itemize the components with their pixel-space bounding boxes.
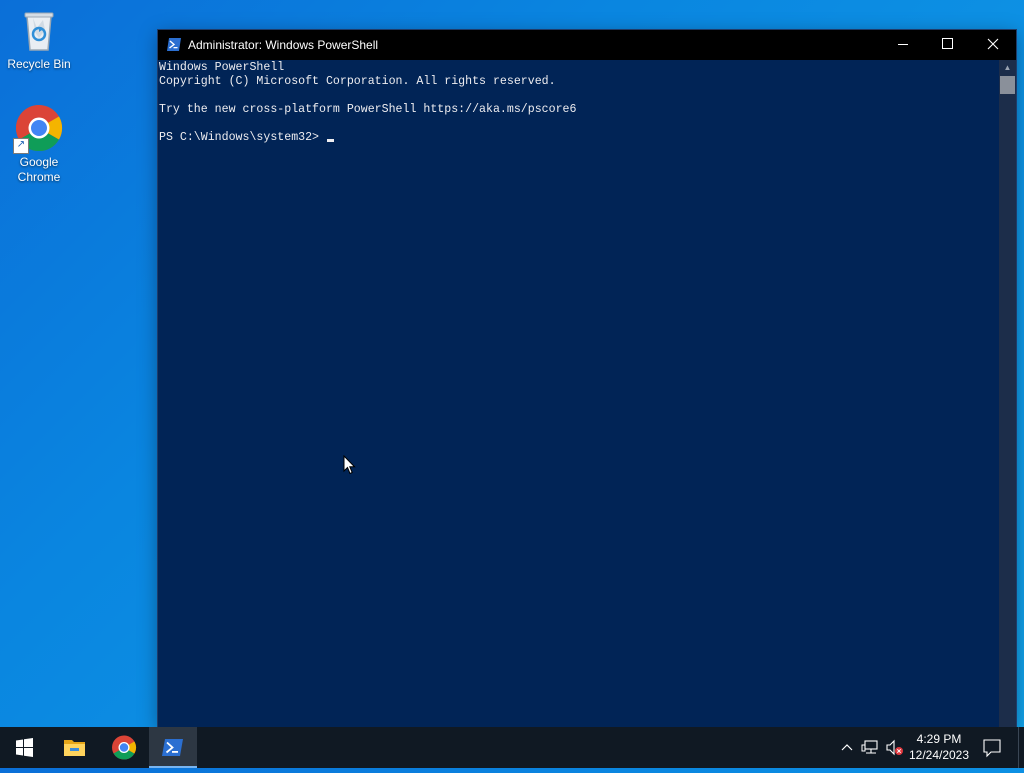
close-button[interactable]	[970, 30, 1016, 60]
console-line: Windows PowerShell	[159, 61, 285, 74]
taskbar-chrome[interactable]	[100, 727, 148, 768]
mouse-pointer-icon	[343, 455, 356, 475]
vertical-scrollbar[interactable]: ▲	[999, 60, 1016, 727]
minimize-icon	[898, 44, 908, 45]
windows-logo-icon	[16, 738, 33, 757]
network-icon	[861, 740, 878, 754]
desktop-icon-label: Google Chrome	[17, 155, 61, 184]
taskbar-powershell[interactable]	[149, 727, 197, 768]
scrollbar-thumb[interactable]	[1000, 76, 1015, 94]
close-icon	[987, 38, 999, 50]
scroll-up-icon[interactable]: ▲	[999, 60, 1016, 76]
console-line: Try the new cross-platform PowerShell ht…	[159, 103, 577, 116]
powershell-icon	[162, 739, 183, 756]
desktop-icon-recycle-bin[interactable]: Recycle Bin	[1, 6, 77, 72]
folder-icon	[64, 740, 85, 756]
clock-time: 4:29 PM	[916, 732, 962, 746]
taskbar-clock[interactable]: 4:29 PM 12/24/2023	[906, 731, 972, 763]
console-prompt: PS C:\Windows\system32>	[159, 131, 326, 144]
maximize-button[interactable]	[924, 30, 970, 60]
chrome-icon: ↗	[13, 104, 63, 154]
tray-overflow-button[interactable]	[838, 727, 856, 768]
taskbar: 4:29 PM 12/24/2023	[0, 727, 1024, 768]
shortcut-arrow-icon: ↗	[13, 138, 29, 154]
chevron-up-icon	[841, 744, 853, 751]
taskbar-file-explorer[interactable]	[50, 727, 98, 768]
desktop-icon-google-chrome[interactable]: ↗ Google Chrome	[1, 104, 77, 185]
text-cursor	[327, 139, 334, 142]
powershell-icon	[167, 38, 181, 51]
maximize-icon	[942, 38, 953, 49]
action-center-button[interactable]	[978, 727, 1006, 768]
volume-muted-icon	[886, 739, 903, 756]
tray-network-button[interactable]	[860, 727, 882, 768]
console-output[interactable]: Windows PowerShell Copyright (C) Microso…	[158, 60, 998, 727]
console-line: Copyright (C) Microsoft Corporation. All…	[159, 75, 556, 88]
powershell-window[interactable]: Administrator: Windows PowerShell Window…	[158, 30, 1016, 727]
chrome-icon	[112, 735, 137, 760]
recycle-bin-icon	[15, 6, 63, 54]
notification-icon	[983, 739, 1001, 758]
title-bar[interactable]: Administrator: Windows PowerShell	[158, 30, 1016, 60]
window-title: Administrator: Windows PowerShell	[188, 38, 379, 52]
show-desktop-button[interactable]	[1018, 727, 1024, 768]
desktop-icon-label: Recycle Bin	[7, 57, 71, 71]
clock-date: 12/24/2023	[908, 748, 970, 762]
start-button[interactable]	[0, 727, 48, 768]
tray-volume-button[interactable]	[884, 727, 906, 768]
minimize-button[interactable]	[880, 30, 926, 60]
